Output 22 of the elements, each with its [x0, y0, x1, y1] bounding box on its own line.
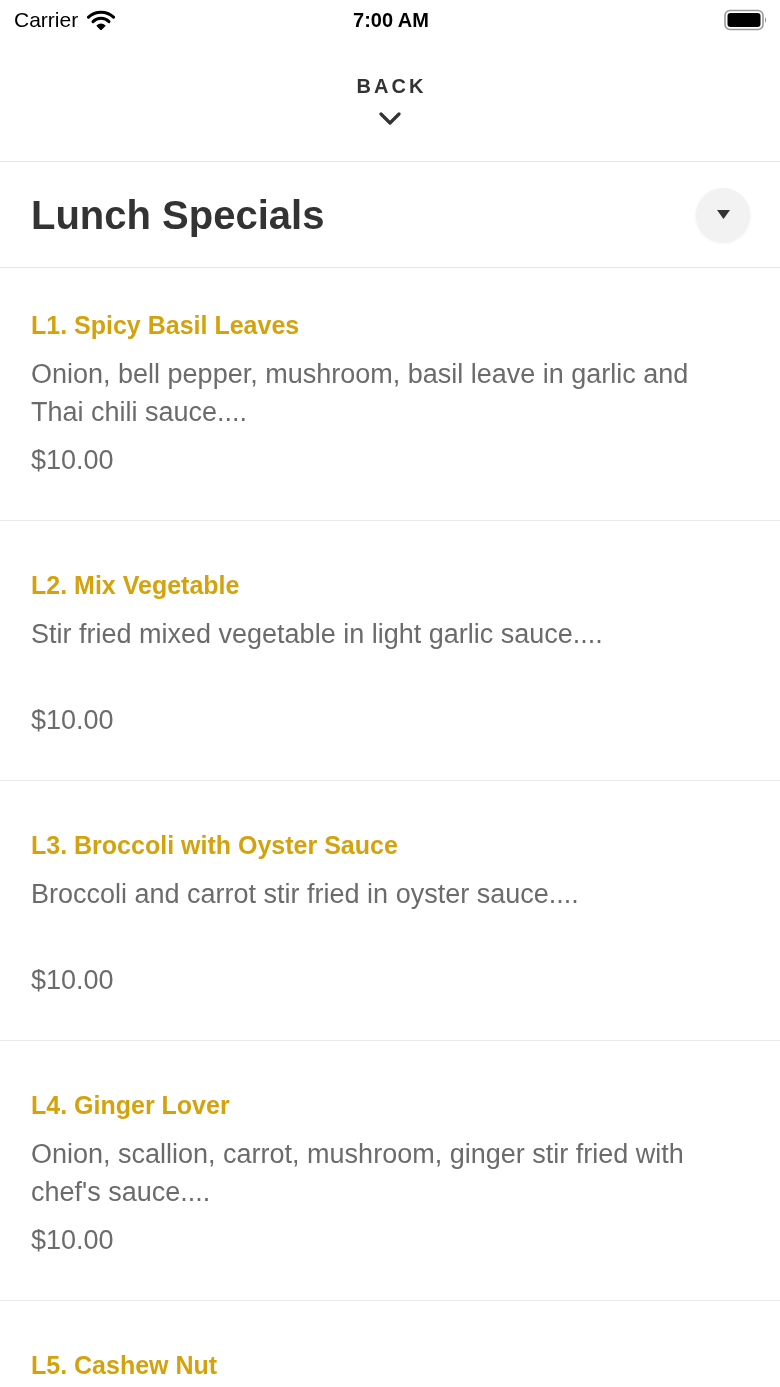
- item-description: Stir fried mixed vegetable in light garlic sauce....: [31, 618, 603, 651]
- carrier-label: Carrier: [14, 8, 79, 32]
- item-name[interactable]: L3. Broccoli with Oyster Sauce: [31, 828, 398, 862]
- item-price: $10.00: [31, 964, 114, 997]
- item-name[interactable]: L2. Mix Vegetable: [31, 568, 240, 602]
- caret-icon: [716, 210, 730, 219]
- item-description: Broccoli and carrot stir fried in oyster sauce....: [31, 878, 579, 911]
- section-title: Lunch Specials: [31, 191, 325, 239]
- item-description: Onion, bell pepper, mushroom, basil leave in garlic and Thai chili sauce....: [31, 358, 690, 429]
- item-name[interactable]: L4. Ginger Lover: [31, 1088, 230, 1122]
- clock-time: 7:00 AM: [353, 8, 429, 32]
- item-name[interactable]: L1. Spicy Basil Leaves: [31, 308, 300, 342]
- battery-icon: [724, 9, 768, 31]
- wifi-icon: [87, 10, 116, 30]
- item-price: $10.00: [31, 1224, 114, 1257]
- chevron-down-icon: [379, 112, 401, 125]
- item-price: $10.00: [31, 444, 114, 477]
- back-button[interactable]: BACK: [353, 74, 427, 125]
- item-price: $10.00: [31, 704, 114, 737]
- item-description: Onion, scallion, carrot, mushroom, ginger stir fried with chef's sauce....: [31, 1138, 685, 1209]
- dropdown-button[interactable]: [696, 187, 750, 242]
- item-name[interactable]: L5. Cashew Nut: [31, 1348, 218, 1382]
